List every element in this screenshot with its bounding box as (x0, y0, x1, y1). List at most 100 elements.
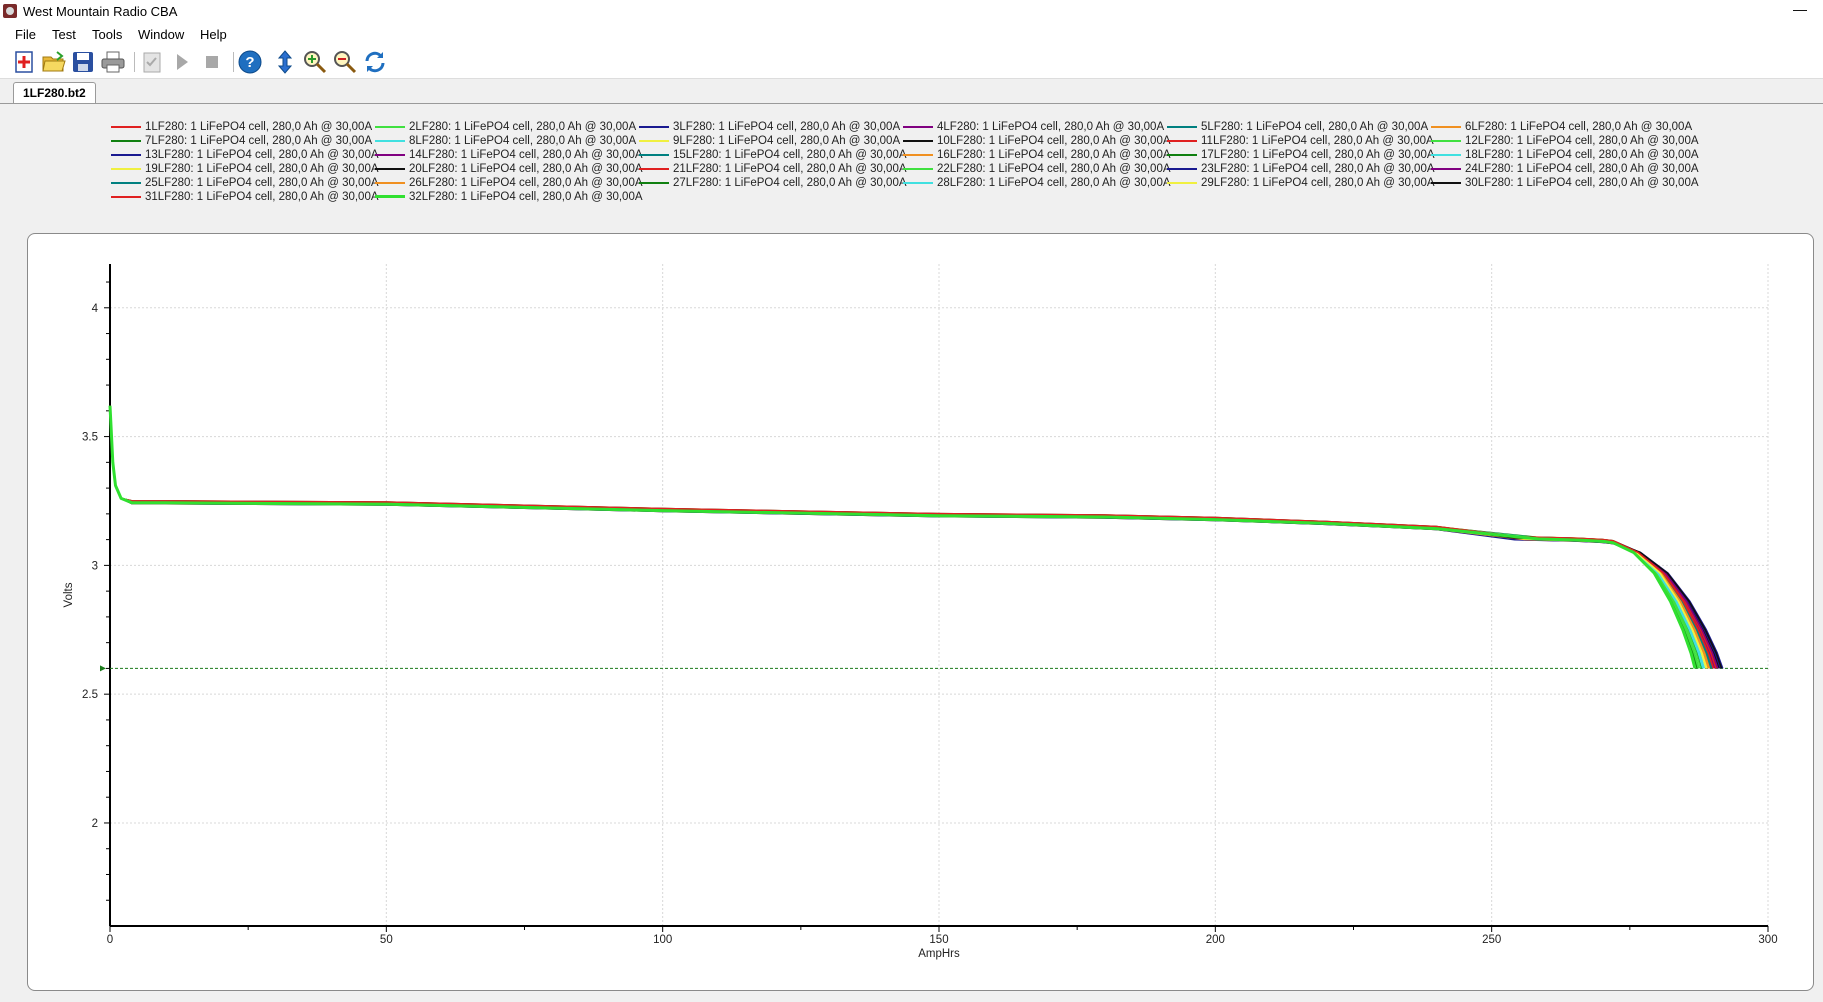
series-line (109, 405, 1700, 669)
menu-window[interactable]: Window (136, 27, 186, 42)
legend-label: 16LF280: 1 LiFePO4 cell, 280,0 Ah @ 30,0… (937, 149, 1171, 161)
vertical-scale-icon (277, 50, 293, 74)
open-button[interactable] (41, 49, 67, 75)
legend-swatch (1431, 168, 1461, 170)
legend-label: 7LF280: 1 LiFePO4 cell, 280,0 Ah @ 30,00… (145, 135, 373, 147)
series-line (109, 405, 1697, 669)
zoom-out-icon (334, 51, 357, 74)
zoom-out-button[interactable] (332, 49, 358, 75)
open-folder-icon (42, 51, 66, 72)
menu-file[interactable]: File (13, 27, 38, 42)
legend-label: 28LF280: 1 LiFePO4 cell, 280,0 Ah @ 30,0… (937, 177, 1171, 189)
vertical-scale-button[interactable] (272, 49, 298, 75)
new-test-icon (15, 51, 33, 73)
grid (110, 264, 1769, 926)
series-line (109, 405, 1717, 669)
cutoff-line (100, 665, 1768, 672)
refresh-button[interactable] (362, 49, 388, 75)
save-icon (73, 52, 93, 72)
x-axis-title: AmpHrs (918, 948, 960, 960)
legend-label: 25LF280: 1 LiFePO4 cell, 280,0 Ah @ 30,0… (145, 177, 379, 189)
legend-label: 19LF280: 1 LiFePO4 cell, 280,0 Ah @ 30,0… (145, 163, 379, 175)
series-line (109, 405, 1722, 669)
legend-label: 8LF280: 1 LiFePO4 cell, 280,0 Ah @ 30,00… (409, 135, 637, 147)
series-line (109, 405, 1724, 669)
legend-swatch (375, 126, 405, 128)
checklist-icon (143, 52, 161, 73)
series-line (109, 405, 1722, 669)
cutoff-marker-icon (100, 665, 106, 672)
voltage-chart: 0 50 100 150 200 250 300 2 2.5 3 3.5 4 AmpHrs Volts (63, 264, 1778, 960)
legend-swatch (903, 140, 933, 142)
stop-button[interactable] (199, 49, 225, 75)
x-tick-label: 300 (1758, 934, 1777, 946)
legend-swatch (1431, 154, 1461, 156)
legend-label: 31LF280: 1 LiFePO4 cell, 280,0 Ah @ 30,0… (145, 191, 379, 203)
series-line (109, 405, 1717, 669)
series-line (109, 405, 1711, 669)
series-line (109, 405, 1699, 669)
title-bar: West Mountain Radio CBA — (0, 0, 1823, 24)
legend-swatch (111, 126, 141, 128)
save-button[interactable] (70, 49, 96, 75)
play-button[interactable] (169, 49, 195, 75)
menu-tools[interactable]: Tools (90, 27, 124, 42)
toolbar-separator (233, 52, 234, 72)
series-line (109, 405, 1711, 669)
new-test-button[interactable] (11, 49, 37, 75)
series-line (109, 405, 1702, 669)
help-button[interactable]: ? (237, 49, 263, 75)
legend-swatch (375, 154, 405, 156)
tick-labels: 0 50 100 150 200 250 300 2 2.5 3 3.5 4 AmpHrs Volts (63, 303, 1778, 960)
legend-swatch (1167, 168, 1197, 170)
legend-label: 6LF280: 1 LiFePO4 cell, 280,0 Ah @ 30,00… (1465, 121, 1693, 133)
menu-bar: File Test Tools Window Help (0, 24, 1823, 46)
legend-label: 10LF280: 1 LiFePO4 cell, 280,0 Ah @ 30,0… (937, 135, 1171, 147)
legend-label: 30LF280: 1 LiFePO4 cell, 280,0 Ah @ 30,0… (1465, 177, 1699, 189)
x-tick-label: 50 (380, 934, 393, 946)
series-lines (108, 405, 1724, 669)
legend-swatch (1167, 126, 1197, 128)
legend-swatch (639, 154, 669, 156)
checklist-button[interactable] (139, 49, 165, 75)
document-tab-strip: 1LF280.bt2 (0, 79, 1823, 104)
legend-swatch (903, 154, 933, 156)
legend-label: 32LF280: 1 LiFePO4 cell, 280,0 Ah @ 30,0… (409, 191, 643, 203)
zoom-in-button[interactable] (302, 49, 328, 75)
legend-swatch (903, 126, 933, 128)
series-line (109, 405, 1704, 669)
legend-label: 20LF280: 1 LiFePO4 cell, 280,0 Ah @ 30,0… (409, 163, 643, 175)
y-tick-label: 4 (92, 303, 99, 315)
legend-swatch (903, 168, 933, 170)
window-title: West Mountain Radio CBA (23, 4, 178, 19)
legend-label: 9LF280: 1 LiFePO4 cell, 280,0 Ah @ 30,00… (673, 135, 901, 147)
series-line (109, 405, 1712, 669)
legend-label: 3LF280: 1 LiFePO4 cell, 280,0 Ah @ 30,00… (673, 121, 901, 133)
toolbar: ? (0, 46, 1823, 79)
legend-swatch (111, 140, 141, 142)
tab-1lf280[interactable]: 1LF280.bt2 (13, 82, 96, 103)
legend-label: 2LF280: 1 LiFePO4 cell, 280,0 Ah @ 30,00… (409, 121, 637, 133)
series-line (109, 405, 1723, 669)
legend-swatch (1431, 182, 1461, 184)
legend-swatch (375, 168, 405, 170)
legend-label: 27LF280: 1 LiFePO4 cell, 280,0 Ah @ 30,0… (673, 177, 907, 189)
legend-swatch (1167, 140, 1197, 142)
legend-swatch (375, 140, 405, 142)
print-button[interactable] (100, 49, 126, 75)
legend-label: 13LF280: 1 LiFePO4 cell, 280,0 Ah @ 30,0… (145, 149, 379, 161)
plot-area[interactable]: 0 50 100 150 200 250 300 2 2.5 3 3.5 4 AmpHrs Volts (27, 233, 1814, 991)
legend-swatch (639, 140, 669, 142)
menu-help[interactable]: Help (198, 27, 229, 42)
chart-legend: 1LF280: 1 LiFePO4 cell, 280,0 Ah @ 30,00… (0, 120, 1823, 210)
legend-swatch (1167, 182, 1197, 184)
toolbar-separator (134, 52, 135, 72)
series-line (109, 405, 1710, 669)
series-line (109, 405, 1715, 669)
series-line (109, 405, 1721, 669)
menu-test[interactable]: Test (50, 27, 78, 42)
x-tick-label: 200 (1206, 934, 1225, 946)
legend-swatch (375, 195, 405, 198)
legend-swatch (639, 182, 669, 184)
minimize-button[interactable]: — (1777, 0, 1823, 24)
